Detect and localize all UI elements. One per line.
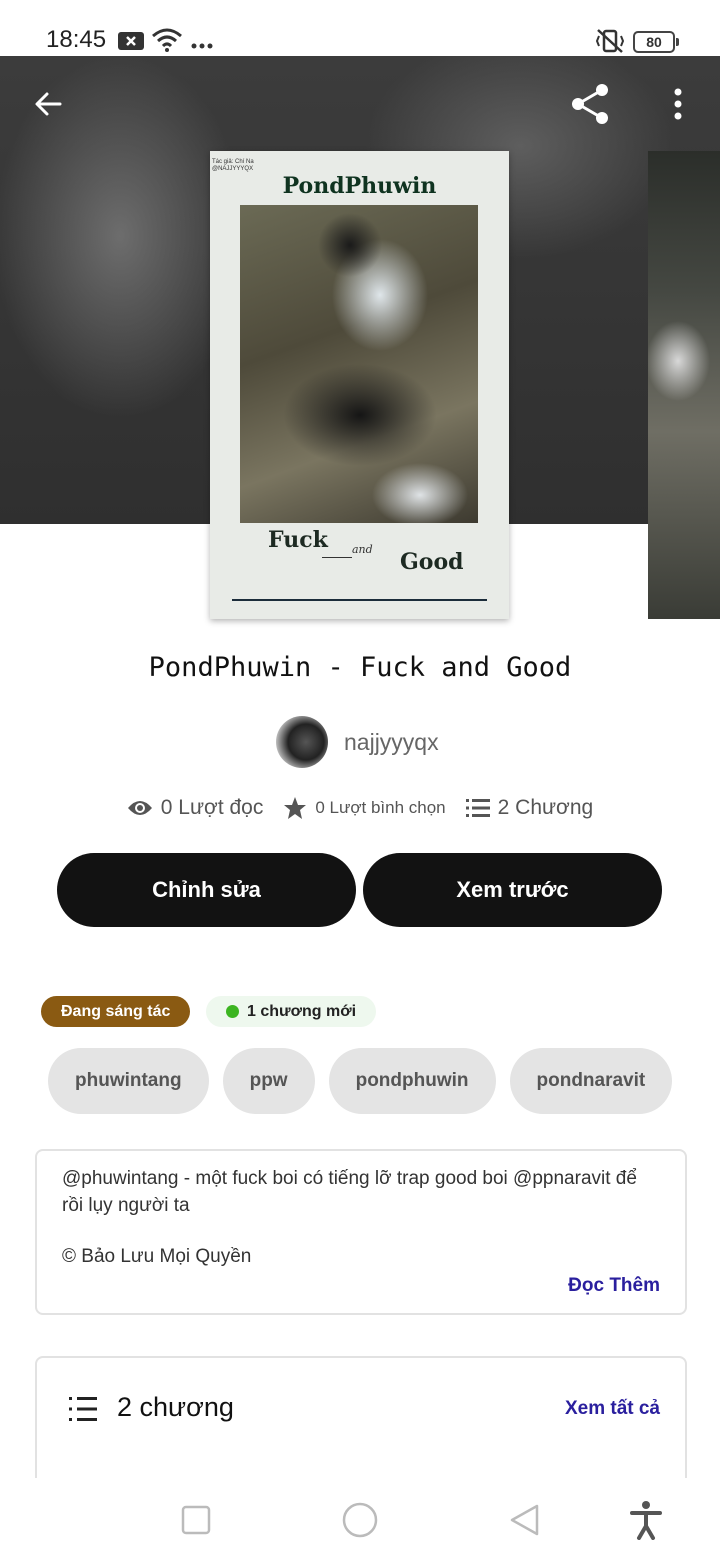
back-nav-button[interactable]: [502, 1498, 546, 1542]
accessibility-icon: [630, 1501, 662, 1540]
chapters-stat: 2 Chương: [465, 796, 594, 820]
battery-icon: 80: [633, 31, 679, 53]
more-dots-icon: [191, 36, 213, 54]
copyright-text: © Bảo Lưu Mọi Quyền: [62, 1246, 252, 1267]
vibrate-off-icon: [594, 28, 626, 59]
story-title: PondPhuwin - Fuck and Good: [148, 652, 572, 683]
tag-chip[interactable]: pondphuwin: [328, 1048, 496, 1114]
square-icon: [181, 1505, 211, 1535]
votes-stat: 0 Lượt bình chọn: [283, 796, 446, 820]
author-name: najjyyyqx: [344, 728, 439, 755]
author-link[interactable]: najjyyyqx: [276, 716, 439, 768]
tag-list: phuwintang ppw pondphuwin pondnaravit: [48, 1048, 693, 1114]
cover-word-and: and: [352, 543, 373, 556]
battery-level: 80: [646, 34, 662, 50]
eye-icon: [127, 801, 152, 815]
new-chapter-label: 1 chương mới: [247, 1003, 357, 1020]
cover-word-good: Good: [400, 549, 464, 575]
list-icon: [69, 1397, 97, 1421]
new-dot-icon: [226, 1005, 239, 1018]
next-cover-preview[interactable]: [648, 151, 720, 619]
recents-button[interactable]: [174, 1498, 218, 1542]
author-avatar: [276, 716, 328, 768]
cover-photo: [240, 205, 478, 523]
story-stats: 0 Lượt đọc 0 Lượt bình chọn 2 Chương: [0, 796, 720, 820]
cover-credit: Tác giả: Chí Na @NAJJYYYQX: [212, 159, 254, 173]
more-menu-button[interactable]: [654, 80, 702, 128]
accessibility-button[interactable]: [624, 1498, 668, 1542]
reads-count: 0 Lượt đọc: [160, 796, 264, 819]
chapters-card: 2 chương Xem tất cả: [35, 1356, 687, 1498]
new-chapter-badge: 1 chương mới: [206, 996, 377, 1027]
cover-word-fuck: Fuck: [268, 527, 328, 553]
circle-icon: [342, 1502, 378, 1538]
description-text: @phuwintang - một fuck boi có tiếng lỡ t…: [62, 1168, 637, 1216]
status-bar: 18:45 80: [0, 0, 720, 56]
tag-chip[interactable]: phuwintang: [48, 1048, 209, 1114]
triangle-back-icon: [510, 1504, 539, 1536]
cover-bottom-line: [232, 599, 487, 601]
home-button[interactable]: [338, 1498, 382, 1542]
see-all-link[interactable]: Xem tất cả: [565, 1398, 660, 1420]
preview-button[interactable]: Xem trước: [363, 853, 662, 927]
votes-count: 0 Lượt bình chọn: [315, 798, 446, 817]
arrow-left-icon: [35, 92, 62, 116]
chapters-count: 2 Chương: [497, 796, 594, 819]
description-card: @phuwintang - một fuck boi có tiếng lỡ t…: [35, 1149, 687, 1315]
cover-divider: [322, 557, 352, 558]
status-time: 18:45: [46, 26, 107, 53]
read-more-link[interactable]: Đọc Thêm: [568, 1275, 660, 1297]
system-nav-bar: [0, 1478, 720, 1560]
share-button[interactable]: [566, 80, 614, 128]
tag-chip[interactable]: ppw: [222, 1048, 315, 1114]
chapters-title: 2 chương: [117, 1392, 234, 1422]
story-cover[interactable]: Tác giả: Chí Na @NAJJYYYQX PondPhuwin Fu…: [210, 151, 509, 619]
cover-title: PondPhuwin: [282, 173, 437, 199]
back-button[interactable]: [24, 80, 72, 128]
reads-stat: 0 Lượt đọc: [127, 796, 264, 820]
more-vertical-icon: [674, 88, 682, 120]
list-icon: [465, 799, 490, 817]
cover-credit-line: Tác giả: Chí Na: [212, 159, 254, 165]
wifi-icon: [151, 28, 183, 57]
tag-chip[interactable]: pondnaravit: [509, 1048, 673, 1114]
share-icon: [572, 84, 608, 124]
star-icon: [284, 797, 307, 819]
status-badge: Đang sáng tác: [41, 996, 191, 1027]
notification-x-icon: [117, 30, 145, 57]
cover-credit-line: @NAJJYYYQX: [212, 166, 254, 172]
edit-button[interactable]: Chỉnh sửa: [57, 853, 356, 927]
